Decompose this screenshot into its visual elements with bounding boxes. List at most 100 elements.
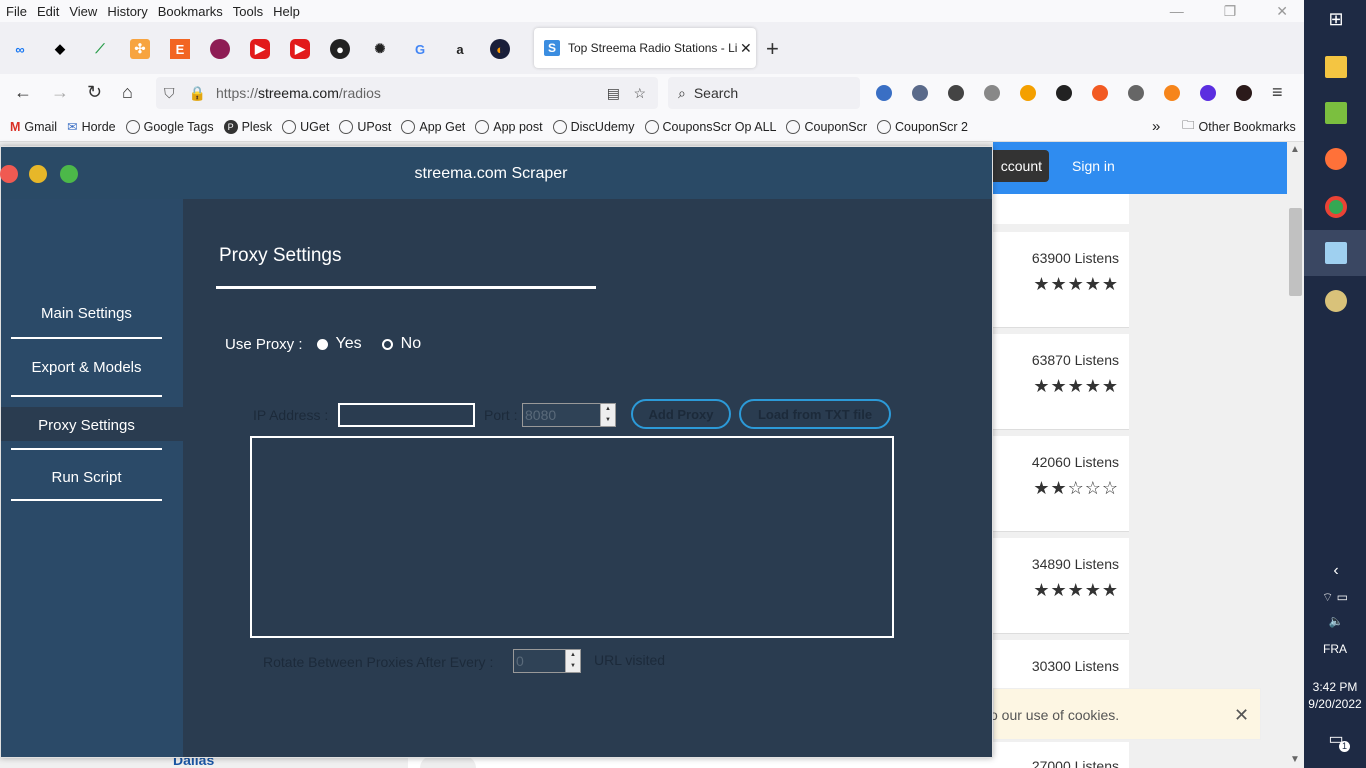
github-icon[interactable]: ●	[330, 39, 350, 59]
menu-view[interactable]: View	[69, 4, 97, 19]
page-scrollbar[interactable]: ▲ ▼	[1287, 142, 1304, 768]
signin-link[interactable]: Sign in	[1072, 158, 1115, 174]
notification-icon[interactable]: ▭ 1	[1325, 728, 1350, 752]
proxy-list-textarea[interactable]	[250, 436, 894, 638]
sidebar-item-export-models[interactable]: Export & Models	[11, 359, 162, 376]
home-icon[interactable]: ⌂	[122, 82, 133, 103]
scroll-down-icon[interactable]: ▼	[1290, 754, 1300, 765]
load-from-txt-button[interactable]: Load from TXT file	[739, 399, 891, 429]
lock-icon[interactable]: 🔒	[189, 85, 206, 102]
minimize-icon[interactable]: —	[1170, 3, 1184, 19]
amazon-icon[interactable]: a	[450, 39, 470, 59]
app-window-icon[interactable]	[1325, 242, 1347, 264]
bookmark-upost[interactable]: UPost	[339, 119, 391, 134]
extension-icon[interactable]	[948, 85, 964, 101]
windows-start-icon[interactable]: ⊞	[1325, 8, 1347, 30]
extension-icon[interactable]	[1236, 85, 1252, 101]
pinned-tab-icon[interactable]	[210, 39, 230, 59]
pinned-tab-icon[interactable]: ✺	[370, 39, 390, 59]
clock-time[interactable]: 3:42 PM	[1304, 680, 1366, 694]
etsy-icon[interactable]: E	[170, 39, 190, 59]
extension-icon[interactable]	[912, 85, 928, 101]
extension-icon[interactable]	[1200, 85, 1216, 101]
extension-icon[interactable]	[1128, 85, 1144, 101]
chevron-left-icon[interactable]: ‹	[1325, 560, 1347, 582]
chrome-icon[interactable]	[1325, 196, 1347, 218]
bookmark-couponsscr-op-all[interactable]: CouponsScr Op ALL	[644, 119, 776, 134]
network-battery-icon[interactable]: ⌔ ▭	[1315, 586, 1355, 608]
url-bar[interactable]: ⛉ 🔒 https://streema.com/radios ▤ ☆	[156, 77, 658, 109]
volume-icon[interactable]: 🔈	[1325, 610, 1347, 632]
scroll-thumb[interactable]	[1289, 208, 1302, 296]
language-indicator[interactable]: FRA	[1304, 642, 1366, 656]
extension-icon[interactable]	[876, 85, 892, 101]
menu-icon[interactable]: ≡	[1272, 82, 1283, 103]
extension-icon[interactable]	[1020, 85, 1036, 101]
extension-icon[interactable]	[984, 85, 1000, 101]
paint-icon[interactable]	[1325, 290, 1347, 312]
clock-date[interactable]: 9/20/2022	[1304, 697, 1366, 711]
new-tab-icon[interactable]: +	[766, 36, 779, 62]
ip-address-input[interactable]	[338, 403, 475, 427]
add-proxy-button[interactable]: Add Proxy	[631, 399, 731, 429]
pinned-tab-icon[interactable]: ◆	[50, 39, 70, 59]
leaf-icon[interactable]: ⟋	[90, 39, 110, 59]
bookmark-couponscr[interactable]: CouponScr	[786, 119, 867, 134]
port-input[interactable]: 8080 ▲ ▼	[522, 403, 616, 427]
bookmark-app-get[interactable]: App Get	[401, 119, 465, 134]
extension-icon[interactable]	[1056, 85, 1072, 101]
station-card[interactable]: 63900 Listens ★★★★★	[993, 232, 1129, 328]
metamask-icon[interactable]	[1164, 85, 1180, 101]
youtube-icon[interactable]: ▶	[250, 39, 270, 59]
rotate-stepper[interactable]: ▲ ▼	[565, 650, 580, 672]
bookmark-discudemy[interactable]: DiscUdemy	[552, 119, 635, 134]
station-card[interactable]: 63870 Listens ★★★★★	[993, 334, 1129, 430]
firefox-icon[interactable]	[1325, 148, 1347, 170]
menu-edit[interactable]: Edit	[37, 4, 59, 19]
google-icon[interactable]: G	[410, 39, 430, 59]
shield-icon[interactable]: ⛉	[164, 85, 175, 102]
meta-icon[interactable]: ∞	[10, 39, 30, 59]
account-button[interactable]: ccount	[993, 150, 1049, 182]
menu-file[interactable]: File	[6, 4, 27, 19]
tab-streema[interactable]: S Top Streema Radio Stations - Li ✕	[534, 28, 756, 68]
bookmark-plesk[interactable]: P Plesk	[223, 119, 272, 134]
back-icon[interactable]: ←	[14, 82, 32, 103]
bookmark-uget[interactable]: UGet	[282, 119, 329, 134]
close-icon[interactable]: ✕	[1276, 3, 1288, 20]
puzzle-icon[interactable]: ✣	[130, 39, 150, 59]
port-stepper[interactable]: ▲ ▼	[600, 404, 615, 426]
station-card[interactable]: 42060 Listens ★★☆☆☆	[993, 436, 1129, 532]
bookmark-gmail[interactable]: M Gmail	[10, 120, 57, 134]
menu-bookmarks[interactable]: Bookmarks	[158, 4, 223, 19]
sidebar-item-proxy-settings[interactable]: Proxy Settings	[11, 417, 162, 434]
bookmark-other-bookmarks[interactable]: 🗀 Other Bookmarks	[1182, 116, 1296, 137]
youtube-icon[interactable]: ▶	[290, 39, 310, 59]
restore-icon[interactable]: ❐	[1224, 3, 1237, 20]
bookmark-horde[interactable]: ✉ Horde	[67, 119, 116, 135]
close-icon[interactable]: ✕	[1234, 705, 1249, 726]
bookmark-app-post[interactable]: App post	[475, 119, 543, 134]
forward-icon[interactable]: →	[51, 82, 69, 103]
search-bar[interactable]: ⌕ Search	[668, 77, 860, 109]
chevron-more-icon[interactable]: »	[1152, 118, 1160, 135]
notepad-icon[interactable]	[1325, 102, 1347, 124]
bookmark-google-tags[interactable]: Google Tags	[125, 119, 214, 134]
proxy-yes-radio[interactable]	[316, 338, 328, 350]
close-tab-icon[interactable]: ✕	[740, 40, 752, 57]
extension-icon[interactable]	[1092, 85, 1108, 101]
proxy-no-radio[interactable]	[381, 338, 393, 350]
reader-view-icon[interactable]: ▤	[607, 85, 620, 102]
menu-help[interactable]: Help	[273, 4, 300, 19]
station-card[interactable]: 34890 Listens ★★★★★	[993, 538, 1129, 634]
pinned-tab-icon[interactable]: ◐	[490, 39, 510, 59]
scroll-up-icon[interactable]: ▲	[1290, 144, 1300, 155]
bookmark-star-icon[interactable]: ☆	[633, 85, 646, 102]
sidebar-item-run-script[interactable]: Run Script	[11, 469, 162, 486]
rotate-count-input[interactable]: 0 ▲ ▼	[513, 649, 581, 673]
file-explorer-icon[interactable]	[1325, 56, 1347, 78]
menu-history[interactable]: History	[107, 4, 147, 19]
reload-icon[interactable]: ↻	[87, 82, 102, 103]
bookmark-couponscr-2[interactable]: CouponScr 2	[877, 119, 968, 134]
menu-tools[interactable]: Tools	[233, 4, 263, 19]
